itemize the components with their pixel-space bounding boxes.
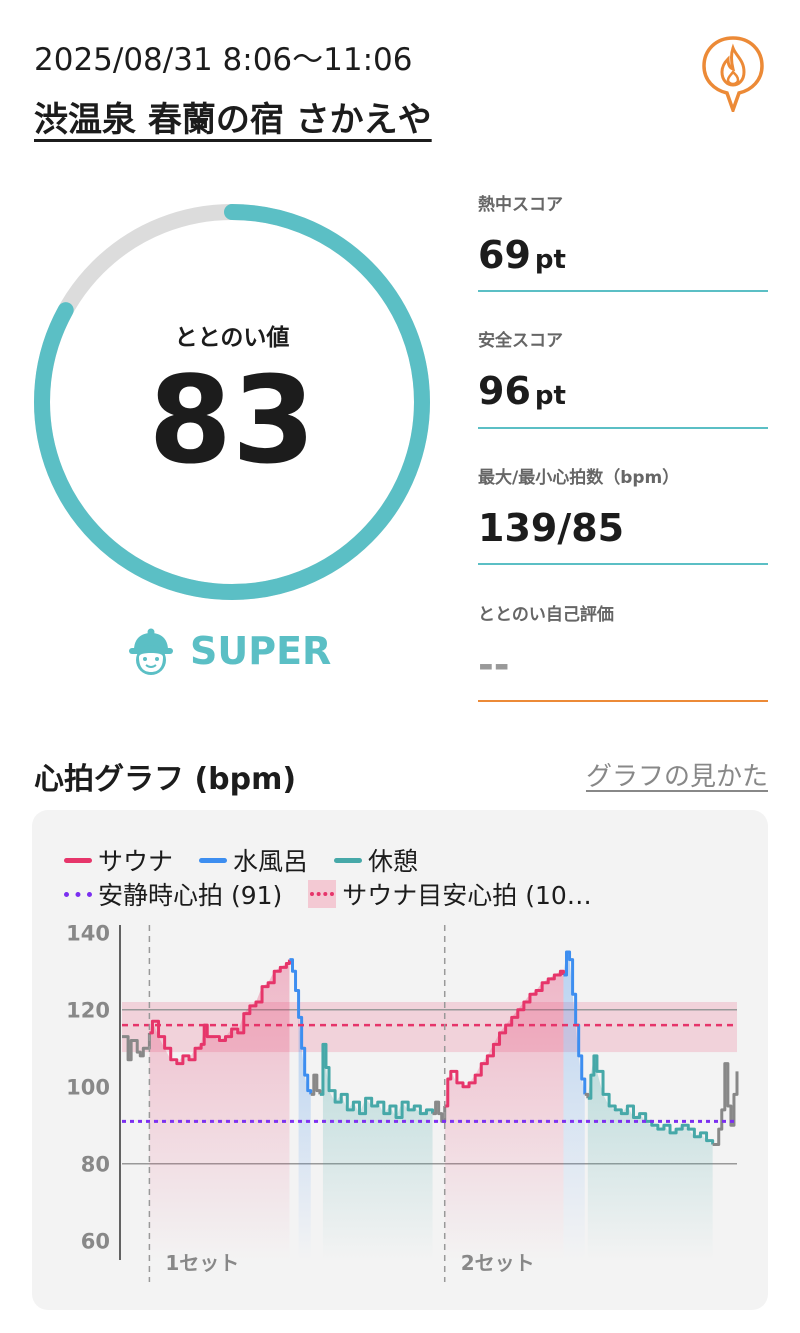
legend-item-sauna-target: サウナ目安心拍 (10…	[308, 876, 592, 912]
rank-badge: SUPER	[124, 620, 331, 682]
y-tick-label: 60	[81, 1230, 110, 1254]
metric-safety-score: 安全スコア 96 pt	[478, 326, 768, 429]
metric-label: 安全スコア	[478, 331, 563, 351]
legend-item-cold-bath: 水風呂	[199, 842, 308, 878]
heart-rate-chart: 140 120 100 80 60 1セット 2セット	[66, 922, 739, 1282]
chart-legend: サウナ 水風呂 休憩	[64, 842, 444, 878]
set-label: 1セット	[165, 1251, 239, 1275]
graph-help-link[interactable]: グラフの見かた	[586, 756, 768, 793]
totonoi-value: 83	[148, 352, 316, 491]
metric-value: 96 pt	[478, 369, 566, 413]
rank-label: SUPER	[190, 629, 332, 673]
chart-legend-2: 安静時心拍 (91) サウナ目安心拍 (10…	[64, 876, 618, 912]
metric-label: 最大/最小心拍数（bpm）	[478, 468, 680, 488]
fire-pin-icon[interactable]	[700, 34, 766, 116]
legend-item-rest: 休憩	[334, 842, 418, 878]
metric-heat-score: 熱中スコア 69 pt	[478, 190, 768, 292]
phase-fill-休憩	[322, 1044, 433, 1260]
divider	[478, 563, 768, 565]
series-line-mid2	[432, 1100, 447, 1123]
graph-title: 心拍グラフ (bpm)	[34, 762, 297, 797]
series-line-mid3	[584, 1092, 590, 1099]
phase-fill-水風呂	[563, 951, 585, 1260]
legend-item-sauna: サウナ	[64, 842, 173, 878]
metric-value: 69 pt	[478, 233, 566, 277]
metric-label: 熱中スコア	[478, 195, 563, 215]
y-tick-label: 120	[66, 999, 110, 1023]
metric-value[interactable]: --	[478, 643, 768, 687]
heart-rate-chart-card: サウナ 水風呂 休憩 安静時心拍 (91) サウナ目安心拍 (10… 140 12…	[32, 810, 768, 1310]
sauna-hat-face-icon	[129, 628, 173, 675]
y-tick-label: 80	[81, 1153, 110, 1177]
divider	[478, 427, 768, 429]
metric-heart-rate: 最大/最小心拍数（bpm） 139/85	[478, 463, 768, 565]
facility-name-link[interactable]: 渋温泉 春蘭の宿 さかえや	[34, 92, 432, 141]
series-line-end	[712, 1062, 739, 1146]
y-tick-label: 100	[66, 1076, 110, 1100]
divider	[478, 700, 768, 702]
session-datetime: 2025/08/31 8:06〜11:06	[34, 42, 413, 78]
divider	[478, 290, 768, 292]
totonoi-ring: ととのい値 83	[30, 200, 434, 604]
set-label: 2セット	[461, 1251, 535, 1275]
phase-fill-休憩	[587, 1055, 713, 1260]
metric-self-eval[interactable]: ととのい自己評価 --	[478, 600, 768, 702]
metric-label: ととのい自己評価	[478, 605, 614, 625]
totonoi-label: ととのい値	[174, 325, 290, 351]
y-tick-label: 140	[66, 922, 110, 946]
legend-item-resting-hr: 安静時心拍 (91)	[64, 876, 282, 912]
metric-value: 139/85	[478, 506, 625, 550]
